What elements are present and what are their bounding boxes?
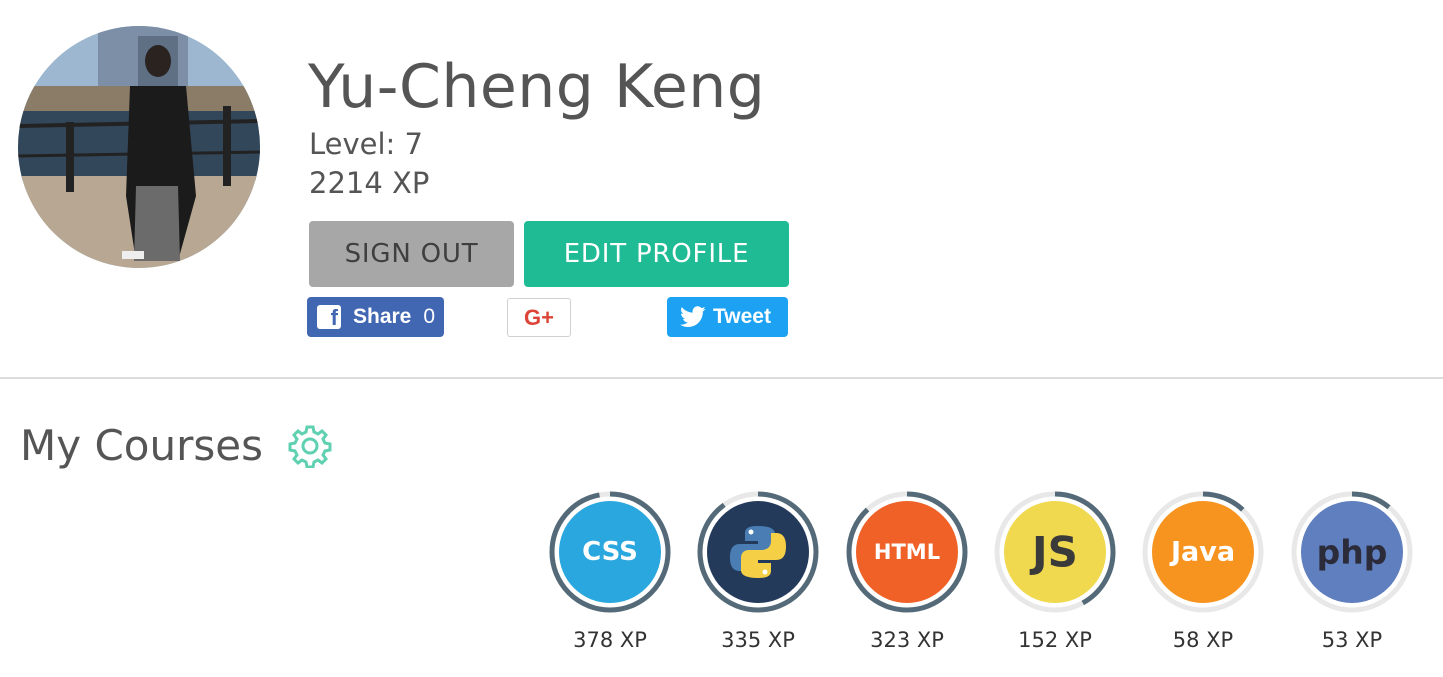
course-badge-php[interactable]: php [1290, 490, 1414, 614]
course-badge-javascript[interactable]: JS [993, 490, 1117, 614]
gear-icon[interactable] [288, 424, 332, 469]
course-xp-label: 58 XP [1172, 628, 1234, 652]
course-logo-text: CSS [582, 537, 638, 567]
course-xp-label: 53 XP [1321, 628, 1383, 652]
course-xp-label: 378 XP [573, 628, 647, 652]
profile-xp: 2214 XP [309, 166, 430, 200]
course-badge-python[interactable] [696, 490, 820, 614]
course-logo-text: php [1317, 533, 1388, 572]
course-logo-text: JS [1029, 528, 1078, 577]
facebook-icon: f [317, 305, 341, 330]
course-badge-html[interactable]: HTML [845, 490, 969, 614]
tweet-button[interactable]: Tweet [667, 297, 788, 337]
course-badge-java[interactable]: Java [1141, 490, 1265, 614]
course-logo-text: HTML [874, 540, 940, 564]
twitter-bird-icon [680, 306, 706, 327]
my-courses-title: My Courses [20, 421, 263, 470]
facebook-share-count: 0 [423, 305, 436, 328]
section-divider [0, 377, 1443, 379]
facebook-share-label: Share [353, 305, 412, 328]
facebook-share-button[interactable]: f Share 0 [307, 297, 444, 337]
course-xp-label: 335 XP [721, 628, 795, 652]
course-badge-css[interactable]: CSS [548, 490, 672, 614]
course-logo-text: Java [1169, 537, 1235, 568]
course-xp-label: 323 XP [870, 628, 944, 652]
course-xp-label: 152 XP [1018, 628, 1092, 652]
profile-avatar [18, 26, 260, 268]
profile-name: Yu-Cheng Keng [308, 52, 766, 122]
google-plus-icon: G+ [524, 304, 554, 330]
google-plus-button[interactable]: G+ [507, 298, 571, 337]
profile-level: Level: 7 [309, 127, 423, 161]
edit-profile-button[interactable]: EDIT PROFILE [524, 221, 789, 287]
sign-out-button[interactable]: SIGN OUT [309, 221, 514, 287]
tweet-label: Tweet [713, 305, 771, 328]
